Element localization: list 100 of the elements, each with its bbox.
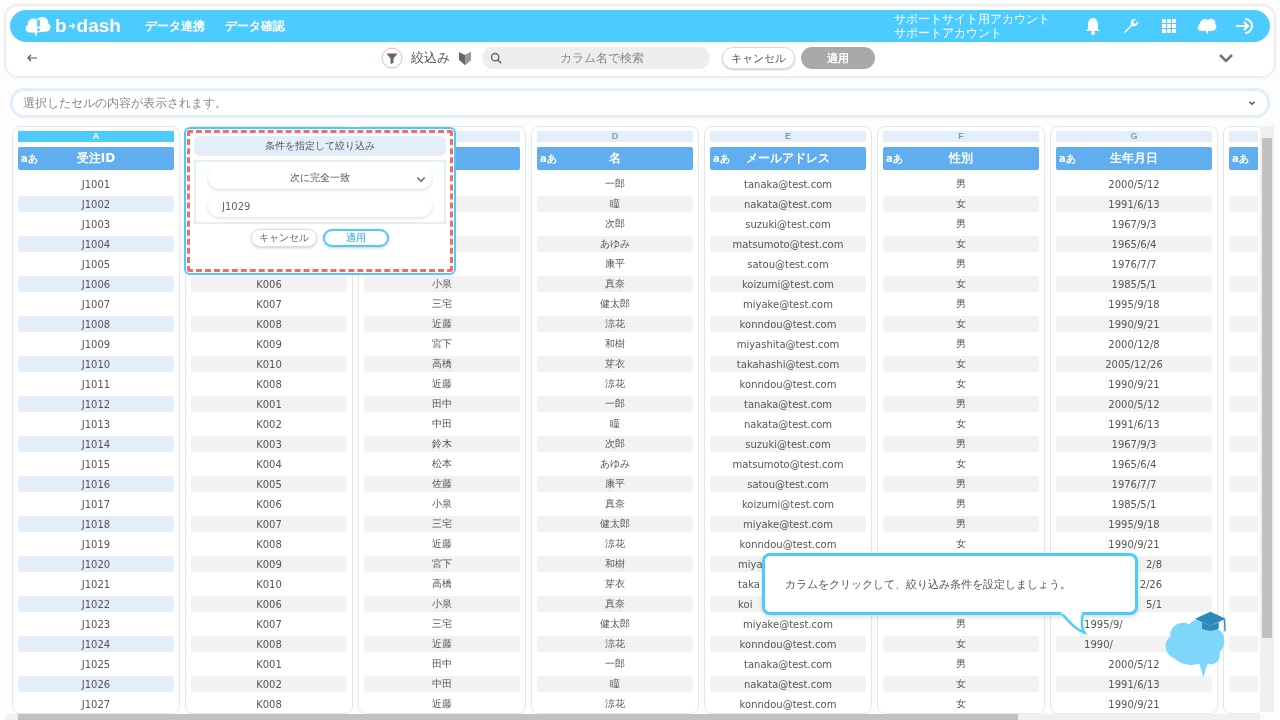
- table-cell-text: 芽衣: [604, 577, 626, 591]
- table-cell: 男: [883, 436, 1039, 452]
- table-cell: 1990/: [1084, 638, 1113, 650]
- filter-value-field[interactable]: J1029: [208, 195, 432, 217]
- table-cell-text: 1976/7/7: [1110, 257, 1158, 272]
- logo-icon: [24, 14, 52, 38]
- scroll-thumb[interactable]: [18, 714, 1018, 720]
- column-letter[interactable]: F: [883, 131, 1039, 142]
- table-cell: 近藤: [364, 636, 520, 652]
- cell-content-field[interactable]: 選択したセルの内容が表示されます。: [10, 88, 1270, 118]
- cancel-button[interactable]: キャンセル: [722, 47, 795, 69]
- table-cell: 康平: [537, 476, 693, 492]
- table-cell-text: 2000/5/12: [1107, 177, 1161, 192]
- nav-link[interactable]: データ連携: [144, 17, 205, 35]
- table-cell: J1006: [18, 276, 174, 292]
- table-cell-text: 1991/6/13: [1107, 417, 1161, 432]
- table-cell: 1995/9/18: [1056, 516, 1212, 532]
- table-cell-text: 次郎: [604, 217, 626, 231]
- table-cell-text: J1009: [80, 337, 112, 352]
- table-cell-text: 女: [955, 457, 967, 471]
- column-header[interactable]: aあ メールアドレス: [710, 147, 866, 170]
- table-cell-text: konndou@test.com: [738, 377, 838, 392]
- table-cell-text: 瞳: [609, 417, 621, 431]
- table-cell-text: 1990/9/21: [1107, 537, 1161, 552]
- search-icon: [490, 52, 502, 64]
- table-cell-text: 一郎: [604, 177, 626, 191]
- table-cell-text: 男: [955, 217, 967, 231]
- apply-button[interactable]: 適用: [323, 229, 389, 247]
- column-header[interactable]: aあ 受注ID: [18, 147, 174, 170]
- table-cell: 男: [883, 396, 1039, 412]
- table-cell-text: tanaka@test.com: [743, 177, 833, 192]
- table-cell: K001: [191, 396, 347, 412]
- column-header[interactable]: aあ: [1229, 147, 1258, 170]
- table-cell-text: 健太郎: [599, 297, 631, 311]
- table-cell-text: 近藤: [431, 697, 453, 711]
- table-cell-text: nakata@test.com: [743, 417, 833, 432]
- table-cell: tanaka@test.com: [710, 396, 866, 412]
- table-cell-text: K008: [255, 697, 283, 712]
- column-letter[interactable]: E: [710, 131, 866, 142]
- column-letter[interactable]: D: [537, 131, 693, 142]
- operator-dropdown[interactable]: 次に完全一致: [208, 167, 432, 189]
- horizontal-scrollbar[interactable]: [6, 714, 1260, 720]
- table-cell-text: 男: [955, 657, 967, 671]
- nav-link[interactable]: データ確認: [224, 17, 285, 35]
- column-header[interactable]: aあ 性別: [883, 147, 1039, 170]
- table-cell-text: 1990/9/21: [1107, 377, 1161, 392]
- back-arrow-icon[interactable]: [26, 53, 38, 63]
- table-cell-text: K009: [255, 337, 283, 352]
- table-cell-text: konndou@test.com: [738, 697, 838, 712]
- filter-icon[interactable]: [381, 47, 403, 69]
- table-cell: 小泉: [364, 276, 520, 292]
- table-cell: J1026: [18, 676, 174, 692]
- vertical-scrollbar[interactable]: [1260, 126, 1274, 712]
- table-cell-text: 松本: [431, 457, 453, 471]
- table-cell-text: K001: [255, 657, 283, 672]
- table-cell: K003: [191, 436, 347, 452]
- table-cell: K008: [191, 316, 347, 332]
- table-cell: 瞳: [537, 676, 693, 692]
- column-header[interactable]: aあ 名: [537, 147, 693, 170]
- table-cell-text: 近藤: [431, 537, 453, 551]
- cancel-button[interactable]: キャンセル: [251, 229, 317, 247]
- search-input[interactable]: カラム名で検索: [502, 50, 702, 66]
- table-cell: 一郎: [537, 396, 693, 412]
- table-cell: takahashi@test.com: [710, 356, 866, 372]
- filter-value-input[interactable]: J1029: [222, 200, 418, 212]
- column-letter[interactable]: G: [1056, 131, 1212, 142]
- table-cell-text: 男: [955, 337, 967, 351]
- table-cell: taka: [738, 578, 760, 590]
- table-cell: 2/26: [1139, 578, 1163, 590]
- table-cell-text: J1021: [80, 577, 112, 592]
- shield-icon[interactable]: [458, 50, 472, 66]
- table-cell-text: K002: [255, 417, 283, 432]
- logout-icon[interactable]: [1234, 16, 1256, 36]
- cell-content-input[interactable]: 選択したセルの内容が表示されます。: [21, 95, 1245, 111]
- table-cell: nakata@test.com: [710, 676, 866, 692]
- table-cell: 涼花: [537, 316, 693, 332]
- table-cell: 涼花: [537, 636, 693, 652]
- table-cell: J1024: [18, 636, 174, 652]
- table-cell-text: K008: [255, 537, 283, 552]
- table-cell-text: K007: [255, 617, 283, 632]
- table-cell: 1965/6/4: [1056, 236, 1212, 252]
- cloud-icon[interactable]: [1196, 16, 1218, 36]
- search-field[interactable]: カラム名で検索: [482, 47, 710, 69]
- table-cell: K006: [191, 276, 347, 292]
- table-cell-text: 一郎: [604, 657, 626, 671]
- table-cell-text: 1985/5/1: [1110, 497, 1158, 512]
- table-cell: konndou@test.com: [710, 636, 866, 652]
- table-cell-text: 男: [955, 497, 967, 511]
- table-cell: 芽衣: [537, 356, 693, 372]
- column-header[interactable]: aあ 生年月日: [1056, 147, 1212, 170]
- chevron-down-icon[interactable]: [1218, 53, 1234, 63]
- column-letter[interactable]: A: [18, 131, 174, 142]
- table-cell: J1016: [18, 476, 174, 492]
- table-cell: 1985/5/1: [1056, 276, 1212, 292]
- table-cell: konndou@test.com: [710, 316, 866, 332]
- table-cell-text: 康平: [604, 257, 626, 271]
- scroll-thumb[interactable]: [1262, 138, 1272, 638]
- table-cell-text: 涼花: [604, 697, 626, 711]
- table-cell: K008: [191, 636, 347, 652]
- arrow-icon: [67, 22, 76, 30]
